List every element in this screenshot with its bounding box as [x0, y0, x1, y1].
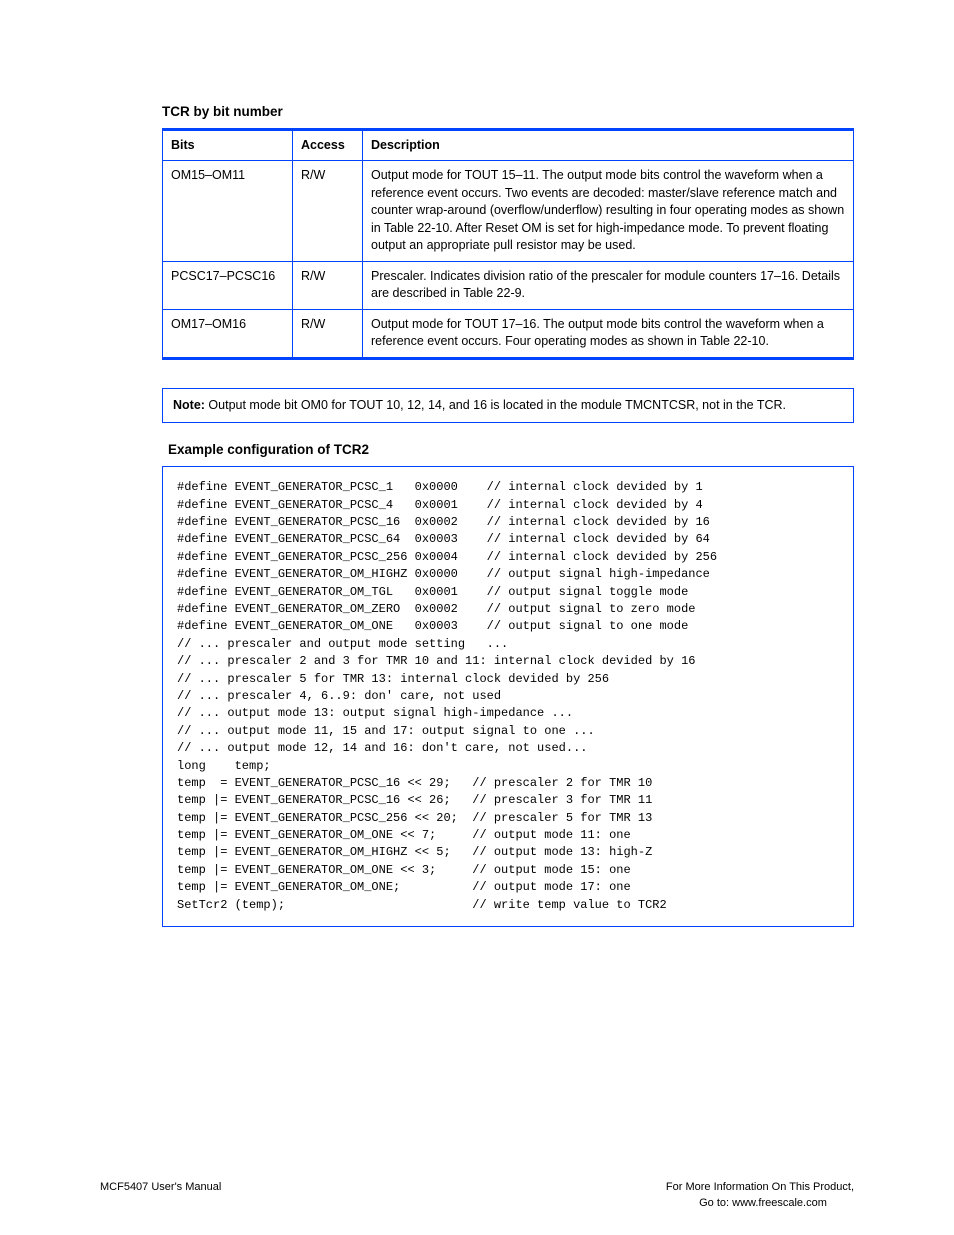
note-label: Note: — [173, 398, 205, 412]
col-header-bits: Bits — [163, 129, 293, 161]
footer-left: MCF5407 User's Manual — [100, 1180, 221, 1211]
table-row: OM17–OM16 R/W Output mode for TOUT 17–16… — [163, 309, 854, 358]
cell-desc: Output mode for TOUT 17–16. The output m… — [363, 309, 854, 358]
cell-access: R/W — [293, 161, 363, 262]
code-example: #define EVENT_GENERATOR_PCSC_1 0x0000 //… — [162, 466, 854, 927]
col-header-access: Access — [293, 129, 363, 161]
cell-bits: OM15–OM11 — [163, 161, 293, 262]
cell-desc: Output mode for TOUT 15–11. The output m… — [363, 161, 854, 262]
note-text: Output mode bit OM0 for TOUT 10, 12, 14,… — [205, 398, 786, 412]
table-header-row: Bits Access Description — [163, 129, 854, 161]
example-title: Example configuration of TCR2 — [162, 441, 854, 460]
cell-desc: Prescaler. Indicates division ratio of t… — [363, 261, 854, 309]
cell-bits: OM17–OM16 — [163, 309, 293, 358]
footer-right: For More Information On This Product, Go… — [666, 1180, 854, 1211]
page-footer: MCF5407 User's Manual For More Informati… — [100, 1180, 854, 1211]
table-row: OM15–OM11 R/W Output mode for TOUT 15–11… — [163, 161, 854, 262]
table-row: PCSC17–PCSC16 R/W Prescaler. Indicates d… — [163, 261, 854, 309]
cell-bits: PCSC17–PCSC16 — [163, 261, 293, 309]
cell-access: R/W — [293, 309, 363, 358]
col-header-description: Description — [363, 129, 854, 161]
register-title: TCR by bit number — [162, 103, 854, 128]
tcr-table: Bits Access Description OM15–OM11 R/W Ou… — [162, 128, 854, 360]
cell-access: R/W — [293, 261, 363, 309]
note-box: Note: Output mode bit OM0 for TOUT 10, 1… — [162, 388, 854, 424]
